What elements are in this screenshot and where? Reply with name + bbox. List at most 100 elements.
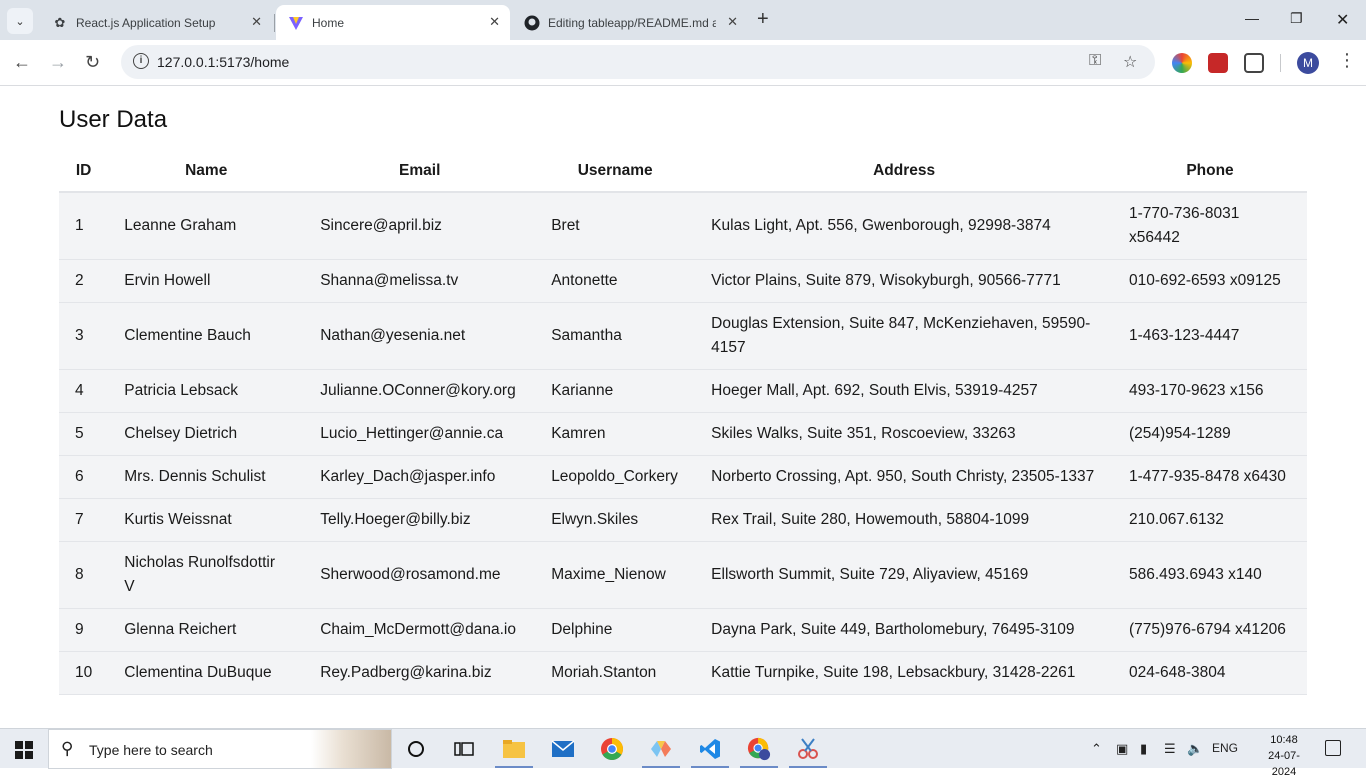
table-row: 4 Patricia Lebsack Julianne.OConner@kory… [59,369,1307,413]
cell-username: Leopoldo_Corkery [551,468,678,485]
cell-name: Nicholas Runolfsdottir V [124,554,276,595]
cell-id: 7 [75,511,84,528]
cell-username: Antonette [551,272,618,289]
close-tab-icon[interactable]: ✕ [489,14,500,30]
close-tab-icon[interactable]: ✕ [251,14,262,30]
openai-icon: ✿ [54,14,66,30]
toolbar-divider [1280,54,1281,72]
cell-phone: (775)976-6794 x41206 [1129,621,1286,638]
table-header-row: ID Name Email Username Address Phone [59,151,1307,193]
minimize-icon[interactable]: — [1245,10,1259,26]
cell-id: 1 [75,217,84,234]
cell-id: 5 [75,425,84,442]
cell-name: Clementina DuBuque [124,664,272,681]
password-key-icon[interactable]: ⚿ [1089,52,1101,70]
dev-tool-icon[interactable] [649,737,673,761]
cell-phone: 210.067.6132 [1129,511,1224,528]
bookmark-star-icon[interactable]: ☆ [1123,52,1137,72]
cell-phone: 1-477-935-8478 x6430 [1129,468,1286,485]
table-row: 6 Mrs. Dennis Schulist Karley_Dach@jaspe… [59,455,1307,499]
cell-username: Bret [551,217,580,234]
cell-name: Chelsey Dietrich [124,425,238,442]
reload-icon[interactable]: ↻ [85,52,100,73]
chrome-icon[interactable] [600,737,624,761]
profile-avatar[interactable]: M [1297,52,1319,74]
back-icon[interactable]: ← [13,52,31,73]
extension-red-icon[interactable] [1208,53,1228,73]
cell-email: Nathan@yesenia.net [320,327,466,344]
table-row: 8 Nicholas Runolfsdottir V Sherwood@rosa… [59,541,1307,609]
new-tab-button[interactable]: + [757,8,769,31]
meet-now-icon[interactable]: ▣ [1116,741,1128,757]
browser-toolbar: ← → ↻ i 127.0.0.1:5173/home ⚿ ☆ M ⋮ [0,40,1366,86]
forward-icon[interactable]: → [49,52,67,73]
cell-username: Karianne [551,382,614,399]
address-bar[interactable]: i 127.0.0.1:5173/home ⚿ ☆ [121,45,1155,79]
url-text[interactable]: 127.0.0.1:5173/home [157,54,289,70]
cell-email: Shanna@melissa.tv [320,272,459,289]
taskbar-clock[interactable]: 10:48 24-07-2024 [1256,732,1312,780]
menu-kebab-icon[interactable]: ⋮ [1338,50,1356,71]
cell-address: Victor Plains, Suite 879, Wisokyburgh, 9… [711,272,1061,289]
cell-email: Julianne.OConner@kory.org [320,382,516,399]
close-window-icon[interactable]: ✕ [1336,10,1349,30]
windows-taskbar: ⚲ Type here to search ⌃ ▣ ▮ ☰ 🔈 ENG 10:4… [0,728,1366,778]
cell-name: Ervin Howell [124,272,211,289]
restore-icon[interactable]: ❐ [1290,10,1303,27]
show-hidden-icons-chevron[interactable]: ⌃ [1091,741,1102,757]
cell-phone: 493-170-9623 x156 [1129,382,1264,399]
cell-id: 3 [75,327,84,344]
cell-email: Chaim_McDermott@dana.io [320,621,516,638]
cell-id: 9 [75,621,84,638]
table-row: 10 Clementina DuBuque Rey.Padberg@karina… [59,651,1307,695]
cell-address: Hoeger Mall, Apt. 692, South Elvis, 5391… [711,382,1038,399]
file-explorer-icon[interactable] [502,737,526,761]
windows-start-icon[interactable] [15,741,33,759]
notifications-icon[interactable] [1325,740,1341,756]
cell-phone: 024-648-3804 [1129,664,1226,681]
cell-username: Samantha [551,327,622,344]
site-info-icon[interactable]: i [133,53,149,69]
tab-title: React.js Application Setup [76,15,216,30]
cell-phone: (254)954-1289 [1129,425,1231,442]
mail-icon[interactable] [551,737,575,761]
chrome-profile-icon[interactable] [747,737,771,761]
clock-date: 24-07-2024 [1268,750,1300,778]
snipping-tool-icon[interactable] [796,737,820,761]
tab-search-chevron-icon[interactable]: ⌄ [7,8,33,34]
cortana-icon[interactable] [404,737,428,761]
cell-address: Douglas Extension, Suite 847, McKenzieha… [711,315,1091,356]
cell-phone: 010-692-6593 x09125 [1129,272,1281,289]
wifi-icon[interactable]: ☰ [1164,741,1176,757]
cell-address: Norberto Crossing, Apt. 950, South Chris… [711,468,1095,485]
close-tab-icon[interactable]: ✕ [727,14,738,30]
column-header-id: ID [59,151,109,193]
extensions-puzzle-icon[interactable] [1244,53,1264,73]
table-row: 7 Kurtis Weissnat Telly.Hoeger@billy.biz… [59,498,1307,542]
cell-id: 8 [75,566,84,583]
tab-title: Editing tableapp/README.md a [548,15,716,30]
table-row: 2 Ervin Howell Shanna@melissa.tv Antonet… [59,259,1307,303]
volume-icon[interactable]: 🔈 [1187,741,1203,757]
tab-divider [274,14,275,32]
color-picker-extension-icon[interactable] [1172,53,1192,73]
column-header-name: Name [108,151,305,193]
cell-name: Leanne Graham [124,217,237,234]
cell-phone: 1-463-123-4447 [1129,327,1240,344]
vscode-icon[interactable] [698,737,722,761]
page-title: User Data [59,106,168,133]
battery-icon[interactable]: ▮ [1140,741,1147,757]
task-view-icon[interactable] [452,737,476,761]
cell-phone: 1-770-736-8031 x56442 [1129,205,1240,246]
taskbar-search-box[interactable]: ⚲ Type here to search [48,729,392,769]
cell-email: Sherwood@rosamond.me [320,566,501,583]
table-row: 9 Glenna Reichert Chaim_McDermott@dana.i… [59,608,1307,652]
tab-react-setup[interactable]: ✿ React.js Application Setup ✕ [40,5,272,40]
table-row: 3 Clementine Bauch Nathan@yesenia.net Sa… [59,302,1307,370]
page-content: User Data ID Name Email Username Address… [0,87,1366,728]
tab-github-editing[interactable]: Editing tableapp/README.md a ✕ [512,5,748,40]
cell-name: Clementine Bauch [124,327,251,344]
vite-icon [288,15,304,31]
tab-home[interactable]: Home ✕ [276,5,510,40]
language-indicator[interactable]: ENG [1212,741,1238,755]
